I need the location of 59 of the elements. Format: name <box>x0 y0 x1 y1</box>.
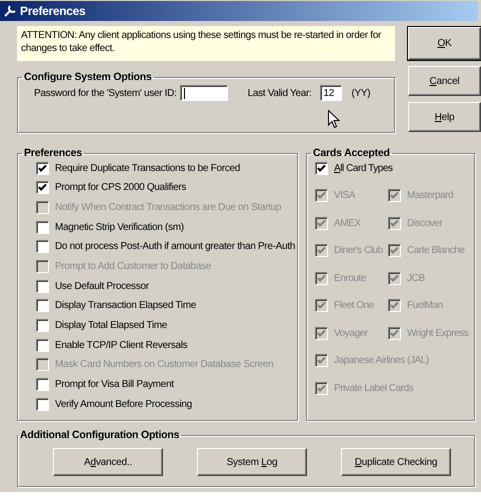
group-title: Configure System Options <box>23 72 153 83</box>
field-hint: (YY) <box>352 88 370 98</box>
group-title: Preferences <box>23 148 83 159</box>
option-label: Display Transaction Elapsed Time <box>55 300 196 312</box>
option-label: All Card Types <box>334 162 393 174</box>
dialog-button[interactable]: Cancel <box>408 66 481 96</box>
card-label: Japanese Airlines (JAL) <box>334 355 429 366</box>
text-caret <box>184 88 185 98</box>
option-label: Use Default Processor <box>55 280 149 292</box>
checkbox[interactable] <box>36 319 49 332</box>
option-label: Prompt to Add Customer to Database <box>55 260 211 272</box>
option-label: Verify Amount Before Processing <box>55 398 192 410</box>
card-label: Voyager <box>334 328 368 338</box>
card-label: JCB <box>407 272 425 284</box>
option-button[interactable]: Duplicate Checking <box>341 448 451 476</box>
card-label: Diner's Club <box>334 245 383 256</box>
checkbox[interactable] <box>315 162 328 174</box>
card-label: Carte Blanche <box>407 245 465 256</box>
card-label: Private Label Cards <box>334 382 414 394</box>
card-label: FuelMan <box>407 300 443 311</box>
option-button[interactable]: System Log <box>197 448 307 476</box>
card-label: AMEX <box>334 218 361 228</box>
checkbox[interactable] <box>36 280 49 293</box>
wrench-icon <box>3 4 17 18</box>
card-label: Discover <box>407 218 442 228</box>
checkbox[interactable] <box>36 181 49 194</box>
card-label: Masterpard <box>407 190 454 201</box>
field-label: Password for the 'System' user ID: <box>34 88 177 98</box>
attention-notice: ATTENTION: Any client applications using these settings must be re-started in order for changes to take effect. <box>17 26 395 61</box>
checkbox[interactable] <box>36 338 49 352</box>
group-title: Cards Accepted <box>312 148 391 159</box>
pointer-cursor-icon <box>328 110 340 129</box>
checkbox[interactable] <box>36 220 49 234</box>
dialog-button[interactable]: Help <box>408 102 481 132</box>
dialog-button[interactable]: OK <box>408 27 481 60</box>
checkbox[interactable] <box>36 398 49 411</box>
option-label: Prompt for CPS 2000 Qualifiers <box>55 182 186 194</box>
card-label: VISA <box>334 190 355 201</box>
checkbox[interactable] <box>36 162 49 174</box>
option-label: Prompt for Visa Bill Payment <box>55 379 174 390</box>
option-label: Magnetic Strip Verification (sm) <box>55 222 184 233</box>
card-label: Enroute <box>334 272 366 284</box>
card-label: Fleet One <box>334 300 374 311</box>
option-label: Mask Card Numbers on Customer Database Screen <box>55 359 274 370</box>
field-label: Last Valid Year: <box>248 88 312 98</box>
group-title: Additional Configuration Options <box>19 430 180 441</box>
option-label: Display Total Elapsed Time <box>55 320 168 331</box>
option-label: Require Duplicate Transactions to be Forced <box>55 162 240 174</box>
checkbox[interactable] <box>36 378 49 392</box>
window-title: Preferences <box>20 4 86 18</box>
option-label: Notify When Contract Transactions are Due on Startup <box>55 202 282 213</box>
option-label: Enable TCP/IP Client Reversals <box>55 340 188 351</box>
option-button[interactable]: Advanced.. <box>53 448 163 476</box>
option-label: Do not process Post-Auth if amount greater than Pre-Auth <box>55 241 296 252</box>
year-field[interactable]: 12 <box>320 85 342 101</box>
checkbox[interactable] <box>36 240 49 254</box>
password-field[interactable] <box>180 85 228 101</box>
checkbox[interactable] <box>36 299 49 312</box>
card-label: Wright Express <box>407 328 468 338</box>
